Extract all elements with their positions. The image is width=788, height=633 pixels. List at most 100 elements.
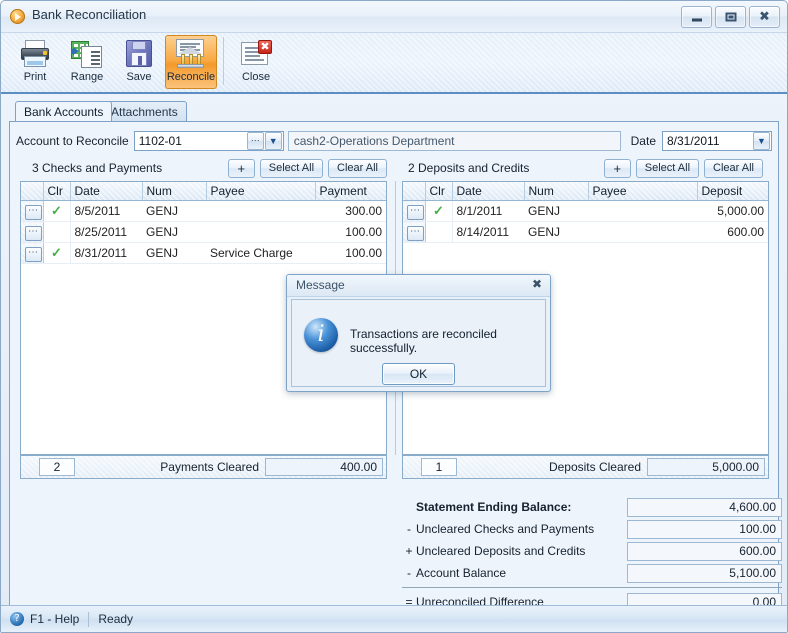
row-date: 8/1/2011: [452, 200, 524, 222]
row-date: 8/5/2011: [70, 200, 142, 222]
summary-value: 100.00: [627, 519, 782, 539]
ellipsis-icon[interactable]: ⋯: [407, 226, 424, 241]
row-num: GENJ: [142, 200, 206, 222]
row-payee: [588, 221, 697, 243]
summary-separator: [402, 587, 782, 588]
close-icon: ✖: [759, 9, 770, 25]
check-icon: ✓: [433, 203, 444, 218]
checks-col-payee: Payee: [206, 182, 316, 201]
chevron-down-icon[interactable]: ▼: [264, 131, 282, 150]
deposits-col-selector: [403, 182, 426, 201]
checks-col-selector: [21, 182, 44, 201]
row-selector-cell[interactable]: ⋯: [21, 200, 44, 222]
date-combo[interactable]: 8/31/2011 ▼: [662, 130, 772, 151]
checks-select-all-button[interactable]: Select All: [259, 158, 324, 178]
row-cleared-cell[interactable]: ✓: [43, 242, 71, 264]
table-row[interactable]: ⋯ ✓ 8/31/2011 GENJ Service Charge 100.00: [21, 242, 386, 264]
row-amount: 600.00: [697, 221, 768, 243]
tab-attachments[interactable]: Attachments: [102, 101, 187, 121]
row-cleared-cell[interactable]: [425, 221, 453, 243]
toolbar-button-save[interactable]: Save: [113, 35, 165, 89]
status-text: Ready: [98, 612, 134, 626]
account-description: cash2-Operations Department: [287, 130, 621, 151]
row-cleared-cell[interactable]: [43, 221, 71, 243]
play-circle-icon: [10, 9, 25, 24]
table-row[interactable]: ⋯ 8/14/2011 GENJ 600.00: [403, 221, 768, 243]
row-date: 8/14/2011: [452, 221, 524, 243]
close-button[interactable]: ✖: [749, 6, 780, 28]
account-combo[interactable]: 1102-01 ⋯ ▼: [133, 130, 284, 151]
help-label[interactable]: F1 - Help: [30, 612, 79, 626]
message-dialog: Message ✖ Transactions are reconciled su…: [286, 274, 551, 392]
payments-cleared-value: 400.00: [265, 458, 383, 476]
toolbar-label-close: Close: [241, 71, 271, 83]
row-payee: Service Charge: [206, 242, 315, 264]
checks-col-payment: Payment: [315, 182, 386, 201]
checks-header-row: Clr Date Num Payee Payment: [21, 182, 386, 201]
toolbar-button-reconcile[interactable]: Reconcile: [165, 35, 217, 89]
checks-add-button[interactable]: +: [227, 158, 255, 178]
row-payee: [588, 200, 697, 222]
printer-icon: [19, 39, 51, 69]
dialog-ok-button[interactable]: OK: [382, 363, 455, 385]
table-row[interactable]: ⋯ ✓ 8/1/2011 GENJ 5,000.00: [403, 200, 768, 222]
minimize-button[interactable]: [681, 6, 712, 28]
dialog-title: Message: [296, 278, 345, 292]
row-selector-cell[interactable]: ⋯: [403, 200, 426, 222]
table-row[interactable]: ⋯ ✓ 8/5/2011 GENJ 300.00: [21, 200, 386, 222]
ellipsis-icon[interactable]: ⋯: [246, 131, 264, 150]
checks-section-header: 3 Checks and Payments + Select All Clear…: [32, 158, 387, 178]
row-cleared-cell[interactable]: ✓: [43, 200, 71, 222]
row-num: GENJ: [142, 221, 206, 243]
summary-sign: -: [407, 522, 411, 536]
row-amount: 100.00: [315, 221, 386, 243]
question-circle-icon[interactable]: ?: [10, 612, 24, 626]
status-separator: [88, 611, 90, 627]
info-icon: [304, 318, 338, 352]
payments-cleared-label: Payments Cleared: [160, 460, 259, 474]
tab-bank-accounts[interactable]: Bank Accounts: [15, 101, 113, 121]
summary-block: Statement Ending Balance: 4,600.00 - Unc…: [402, 496, 782, 613]
payments-cleared-bar: 2 Payments Cleared 400.00: [20, 455, 387, 479]
row-date: 8/25/2011: [70, 221, 142, 243]
row-date: 8/31/2011: [70, 242, 142, 264]
deposits-add-button[interactable]: +: [603, 158, 631, 178]
ellipsis-icon[interactable]: ⋯: [25, 205, 42, 220]
toolbar-button-close[interactable]: ✖ Close: [230, 35, 282, 89]
row-amount: 5,000.00: [697, 200, 768, 222]
dialog-close-icon[interactable]: ✖: [532, 277, 542, 291]
toolbar-label-reconcile: Reconcile: [166, 71, 216, 83]
toolbar-button-range[interactable]: Range: [61, 35, 113, 89]
bank-reconciliation-window: Bank Reconciliation ✖ Print Range Save R…: [0, 0, 788, 633]
summary-label: Account Balance: [416, 566, 507, 580]
row-selector-cell[interactable]: ⋯: [403, 221, 426, 243]
row-selector-cell[interactable]: ⋯: [21, 242, 44, 264]
summary-label: Uncleared Deposits and Credits: [416, 544, 586, 558]
summary-sign: +: [405, 544, 413, 558]
check-icon: ✓: [51, 203, 62, 218]
summary-row-account-balance: - Account Balance 5,100.00: [402, 562, 782, 584]
deposits-col-num: Num: [524, 182, 589, 201]
deposits-select-all-button[interactable]: Select All: [635, 158, 700, 178]
ellipsis-icon[interactable]: ⋯: [25, 247, 42, 262]
ellipsis-icon[interactable]: ⋯: [407, 205, 424, 220]
toolbar-label-range: Range: [70, 71, 104, 83]
deposits-table: Clr Date Num Payee Deposit ⋯ ✓ 8/1/2011: [403, 182, 768, 243]
date-chevron-down-icon[interactable]: ▼: [753, 131, 770, 150]
maximize-button[interactable]: [715, 6, 746, 28]
row-cleared-cell[interactable]: ✓: [425, 200, 453, 222]
deposits-cleared-count: 1: [421, 458, 457, 476]
table-row[interactable]: ⋯ 8/25/2011 GENJ 100.00: [21, 221, 386, 243]
checks-clear-all-button[interactable]: Clear All: [328, 158, 387, 178]
account-to-reconcile-label: Account to Reconcile: [16, 133, 129, 148]
title-bar: Bank Reconciliation ✖: [1, 1, 787, 33]
deposits-col-date: Date: [452, 182, 525, 201]
checks-table: Clr Date Num Payee Payment ⋯ ✓ 8/5/2011: [21, 182, 386, 264]
row-payee: [206, 200, 315, 222]
toolbar-button-print[interactable]: Print: [9, 35, 61, 89]
ellipsis-icon[interactable]: ⋯: [25, 226, 42, 241]
row-selector-cell[interactable]: ⋯: [21, 221, 44, 243]
summary-value: 4,600.00: [627, 497, 782, 517]
row-payee: [206, 221, 315, 243]
deposits-clear-all-button[interactable]: Clear All: [704, 158, 763, 178]
